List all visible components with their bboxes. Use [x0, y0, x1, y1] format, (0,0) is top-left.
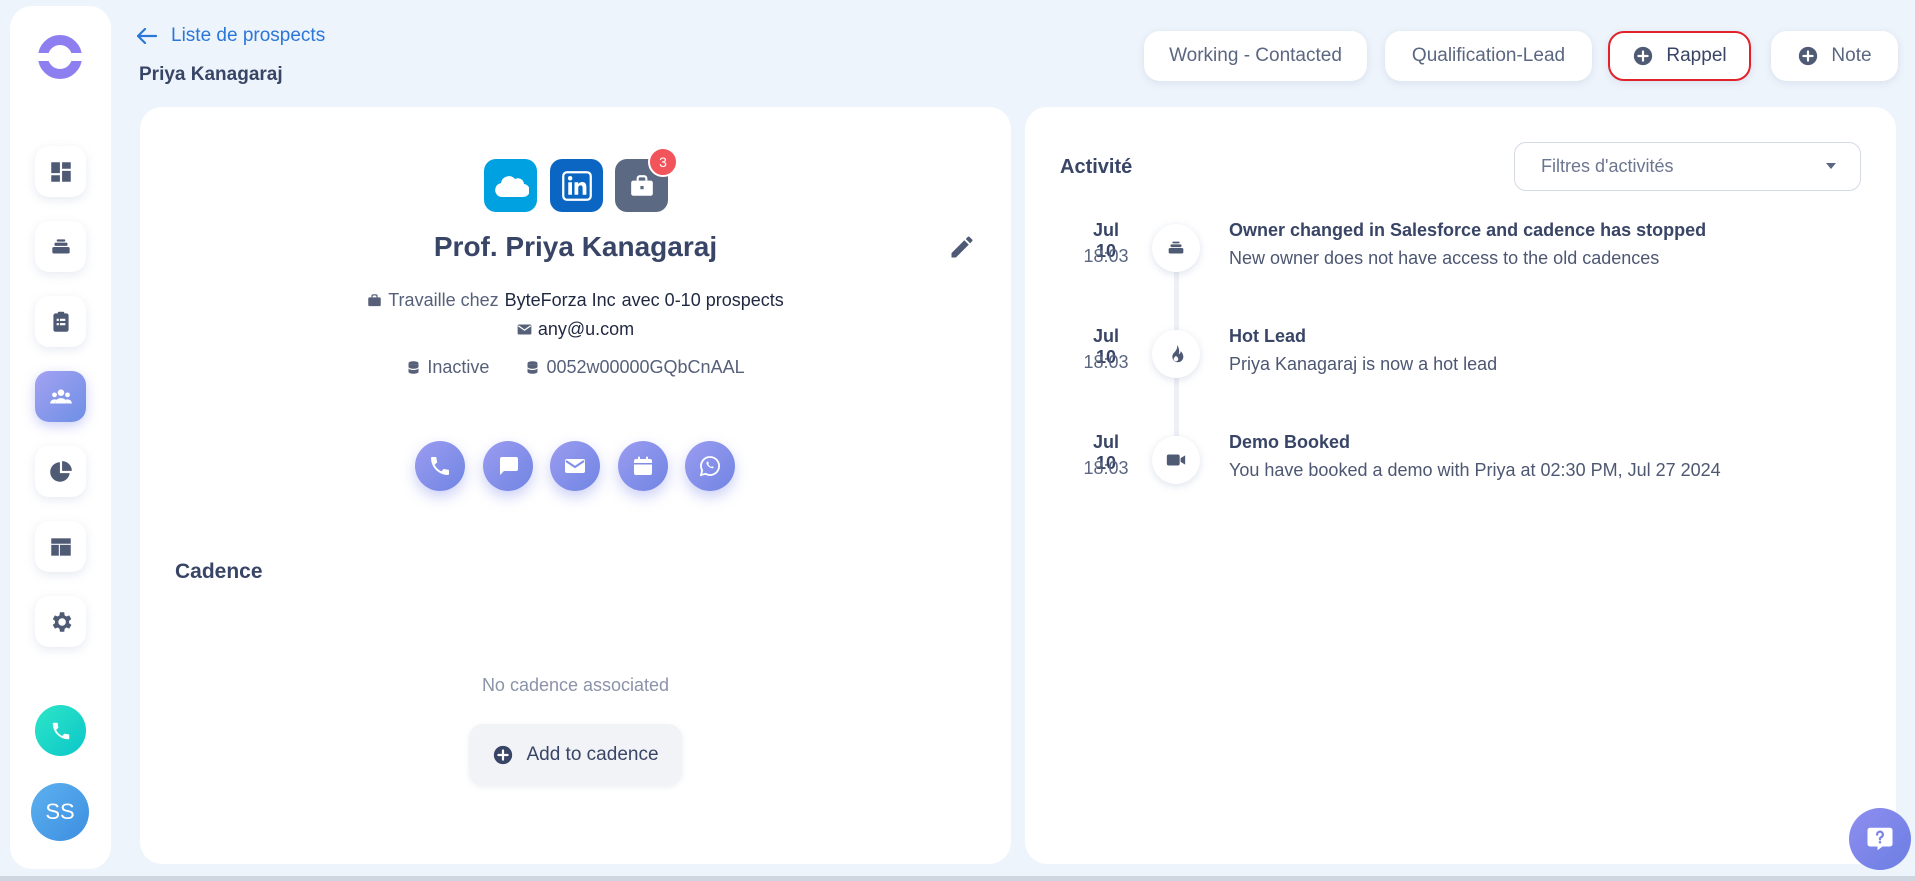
page-title: Priya Kanagaraj	[139, 64, 283, 85]
lead-stage-button[interactable]: Qualification-Lead	[1385, 31, 1592, 81]
people-icon	[49, 388, 72, 403]
database-icon	[408, 361, 419, 374]
gear-icon	[52, 611, 71, 632]
fire-icon	[1172, 344, 1184, 363]
phone-icon	[52, 722, 69, 739]
status-info: Inactive 0052w00000GQbCnAAL	[140, 357, 1011, 378]
cadence-section-title: Cadence	[175, 560, 263, 583]
activity-filter-dropdown[interactable]: Filtres d'activités	[1514, 142, 1861, 191]
briefcase-icon	[630, 174, 653, 196]
bottom-scrollbar[interactable]	[0, 876, 1915, 881]
salesforce-id: 0052w00000GQbCnAAL	[546, 357, 745, 377]
activity-card: Activité Filtres d'activités Jul 10 18:0…	[1025, 107, 1896, 864]
sidebar-item-tasks[interactable]	[35, 296, 86, 347]
layers-icon	[51, 238, 70, 253]
note-button[interactable]: Note	[1771, 31, 1898, 81]
add-to-cadence-label: Add to cadence	[526, 743, 659, 765]
calendar-action-button[interactable]	[618, 441, 668, 491]
help-chat-icon	[1867, 827, 1893, 851]
envelope-icon	[517, 324, 532, 335]
integration-badge: 3	[648, 147, 678, 177]
activity-description: New owner does not have access to the ol…	[1229, 248, 1660, 268]
message-action-button[interactable]	[483, 441, 533, 491]
phone-icon	[431, 457, 449, 475]
activity-filter-placeholder: Filtres d'activités	[1541, 156, 1674, 176]
cadence-empty-state: No cadence associated	[481, 675, 670, 695]
sidebar-item-settings[interactable]	[35, 596, 86, 647]
salesforce-cloud-icon	[494, 175, 529, 197]
edit-pencil-icon[interactable]	[948, 233, 976, 261]
database-icon	[527, 361, 538, 374]
activity-icon	[1152, 224, 1200, 272]
lead-name: Prof. Priya Kanagaraj	[433, 231, 718, 262]
lead-stage-label: Qualification-Lead	[1411, 45, 1566, 66]
sidebar-item-dashboard[interactable]	[35, 146, 86, 197]
caret-down-icon	[1826, 163, 1836, 169]
activity-description: You have booked a demo with Priya at 02:…	[1229, 460, 1721, 480]
activity-time: 18:03	[1083, 458, 1129, 478]
envelope-icon	[565, 459, 585, 473]
user-avatar[interactable]: SS	[31, 783, 89, 841]
lead-email[interactable]: any@u.com	[538, 319, 634, 340]
whatsapp-action-button[interactable]	[685, 441, 735, 491]
company-size: avec 0-10 prospects	[621, 290, 784, 310]
email-info: any@u.com	[140, 319, 1011, 340]
sidebar-item-reports[interactable]	[35, 446, 86, 497]
back-link-label: Liste de prospects	[171, 25, 326, 46]
works-at-prefix: Travaille chez	[388, 290, 499, 310]
linkedin-icon	[561, 170, 592, 201]
dashboard-icon	[50, 161, 71, 182]
activity-time: 18:03	[1083, 246, 1129, 266]
whatsapp-icon	[699, 456, 720, 477]
lead-details-card: 3 Prof. Priya Kanagaraj Travaille chez B…	[140, 107, 1011, 864]
pie-chart-icon	[49, 460, 72, 482]
linkedin-link[interactable]	[550, 159, 603, 212]
sidebar: SS	[10, 6, 111, 869]
company-name[interactable]: ByteForza Inc	[505, 290, 616, 311]
salesforce-link[interactable]	[484, 159, 537, 212]
layout-icon	[50, 537, 71, 556]
briefcase-icon	[368, 294, 381, 307]
activity-icon	[1152, 330, 1200, 378]
arrow-left-icon	[137, 28, 157, 44]
call-action-button[interactable]	[415, 441, 465, 491]
activity-time: 18:03	[1083, 352, 1129, 372]
app-logo[interactable]	[36, 33, 84, 81]
back-to-prospects-link[interactable]: Liste de prospects	[137, 25, 325, 47]
activity-title: Activité	[1060, 156, 1133, 178]
sidebar-item-leads[interactable]	[35, 371, 86, 422]
layers-icon	[1168, 241, 1184, 254]
company-info: Travaille chez ByteForza Inc avec 0-10 p…	[140, 290, 1011, 311]
add-circle-icon	[1634, 46, 1653, 66]
lead-status-button[interactable]: Working - Contacted	[1144, 31, 1367, 81]
activity-description: Priya Kanagaraj is now a hot lead	[1229, 354, 1498, 374]
activity-title-text: Owner changed in Salesforce and cadence …	[1229, 220, 1707, 240]
video-icon	[1166, 454, 1186, 466]
calendar-icon	[634, 456, 652, 475]
sidebar-item-templates[interactable]	[35, 521, 86, 572]
add-to-cadence-button[interactable]: Add to cadence	[469, 724, 682, 785]
lead-status-label: Working - Contacted	[1169, 45, 1342, 66]
note-button-label: Note	[1831, 45, 1872, 66]
email-action-button[interactable]	[550, 441, 600, 491]
add-circle-icon	[1799, 46, 1818, 66]
activity-icon	[1152, 436, 1200, 484]
add-circle-icon	[494, 745, 513, 764]
reminder-button[interactable]: Rappel	[1608, 31, 1751, 81]
activity-title-text: Demo Booked	[1229, 432, 1351, 452]
lead-status: Inactive	[427, 357, 490, 377]
help-button[interactable]	[1849, 808, 1911, 870]
chat-bubble-icon	[500, 457, 518, 475]
activity-title-text: Hot Lead	[1229, 326, 1307, 346]
clipboard-icon	[52, 311, 69, 332]
reminder-button-label: Rappel	[1666, 45, 1727, 66]
sidebar-item-layers[interactable]	[35, 221, 86, 272]
dialer-button[interactable]	[35, 705, 86, 756]
